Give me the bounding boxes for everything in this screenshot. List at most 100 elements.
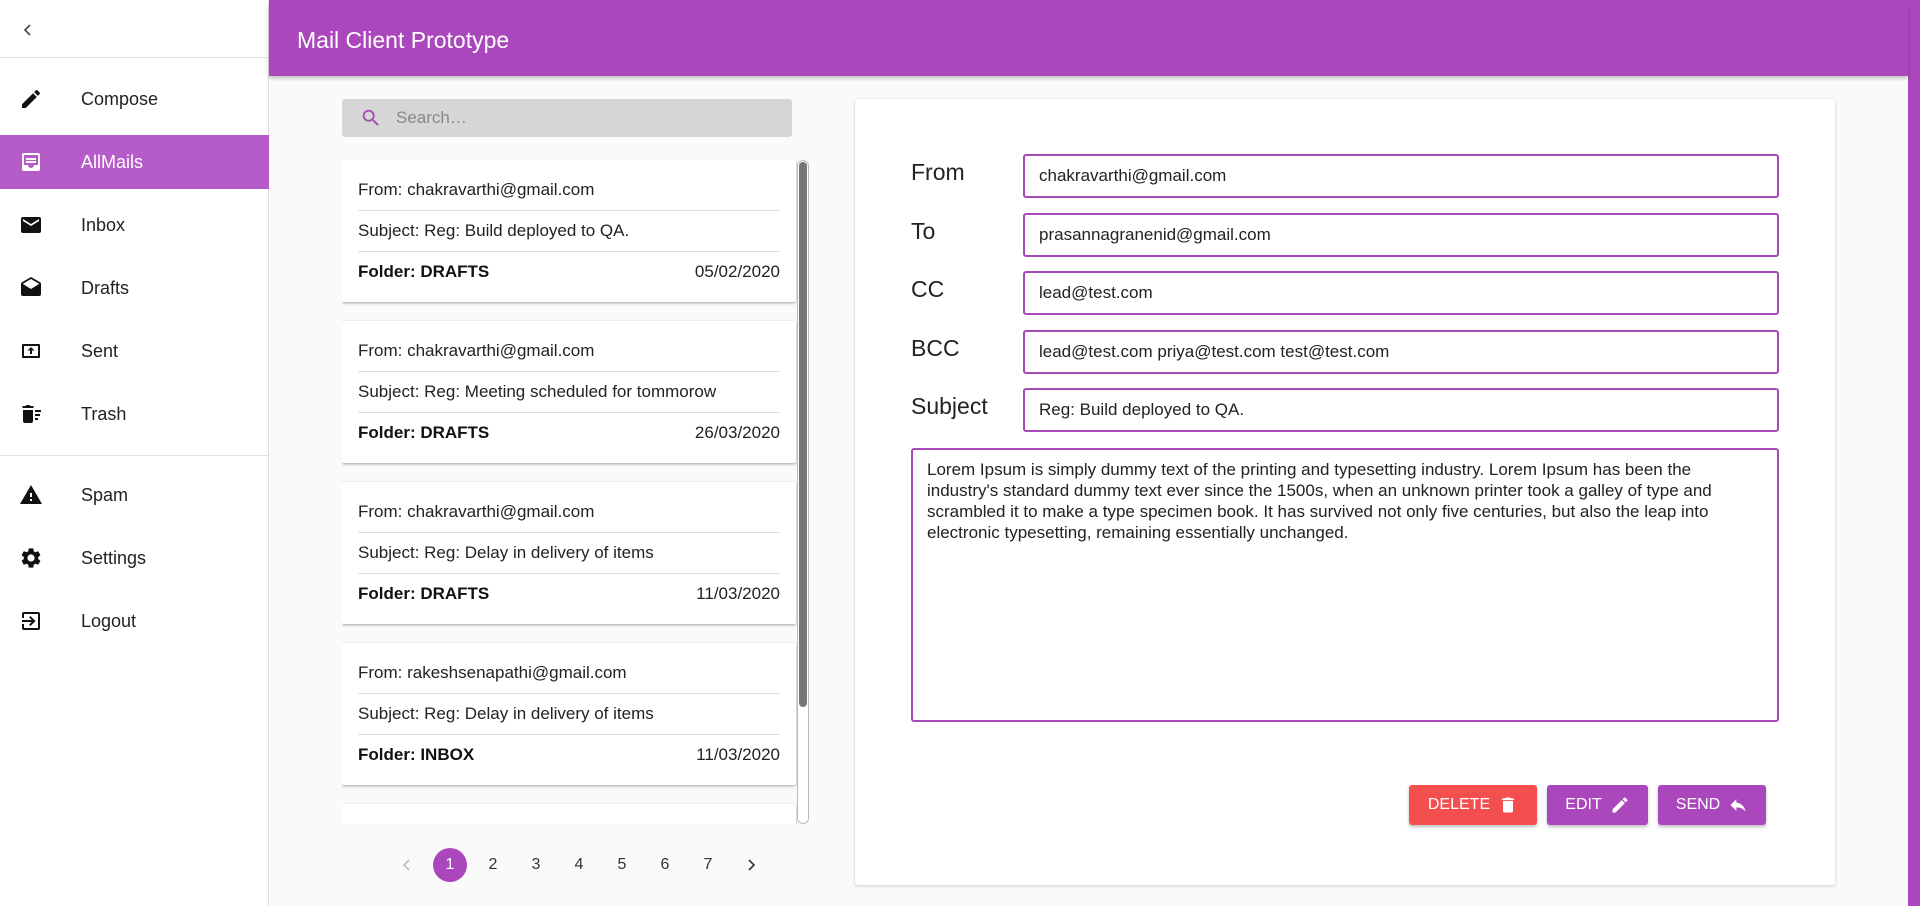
delete-button-label: DELETE <box>1427 796 1491 813</box>
pagination-prev-button[interactable] <box>390 848 424 882</box>
from-label: From <box>911 159 965 185</box>
mail-list-item[interactable] <box>342 804 796 824</box>
mail-body-textarea[interactable]: Lorem Ipsum is simply dummy text of the … <box>911 448 1779 722</box>
warning-icon <box>20 485 42 504</box>
sidebar-item-trash[interactable]: Trash <box>0 387 269 441</box>
mail-subject: Subject: Reg: Meeting scheduled for tomm… <box>358 382 717 401</box>
sidebar-primary-list: Compose AllMails Inbox Drafts Sent Trash <box>0 72 269 450</box>
gear-icon <box>21 548 41 568</box>
from-row: From <box>911 154 1781 198</box>
mail-date: 11/03/2020 <box>696 584 780 603</box>
subject-field[interactable] <box>1023 388 1779 432</box>
mail-detail-panel: From To CC BCC Subject Lorem Ipsum is si… <box>855 99 1835 885</box>
to-field[interactable] <box>1023 213 1779 257</box>
divider <box>358 412 780 413</box>
cc-field[interactable] <box>1023 271 1779 315</box>
sidebar-item-settings[interactable]: Settings <box>0 531 269 585</box>
inbox-tray-icon <box>22 153 40 171</box>
mail-list-item[interactable]: From: chakravarthi@gmail.com Subject: Re… <box>342 160 796 302</box>
sidebar-item-label: Logout <box>81 610 137 631</box>
trash-icon <box>1502 797 1514 813</box>
sidebar-divider <box>0 57 269 58</box>
mail-list: From: chakravarthi@gmail.com Subject: Re… <box>342 160 797 824</box>
delete-button[interactable]: DELETE <box>1409 785 1537 825</box>
subject-row: Subject <box>911 388 1781 432</box>
mail-list-item[interactable]: From: chakravarthi@gmail.com Subject: Re… <box>342 482 796 624</box>
cc-row: CC <box>911 271 1781 315</box>
sidebar-item-label: Sent <box>81 340 119 361</box>
pencil-icon <box>22 89 41 108</box>
divider <box>358 210 780 211</box>
sidebar-item-allmails[interactable]: AllMails <box>0 135 269 189</box>
right-accent-strip <box>1908 0 1920 906</box>
sidebar-item-spam[interactable]: Spam <box>0 468 269 522</box>
bcc-label: BCC <box>911 335 960 361</box>
mail-date: 26/03/2020 <box>694 423 780 442</box>
chevron-left-icon <box>23 24 31 36</box>
sidebar-secondary-list: Spam Settings Logout <box>0 468 269 657</box>
mail-list-item[interactable]: From: chakravarthi@gmail.com Subject: Re… <box>342 321 796 463</box>
search-input[interactable] <box>396 99 776 137</box>
pagination: 1 2 3 4 5 6 7 <box>390 848 777 882</box>
sidebar-item-compose[interactable]: Compose <box>0 72 269 126</box>
sidebar-item-label: Compose <box>81 88 159 109</box>
sidebar-item-label: Trash <box>81 403 127 424</box>
pagination-page-5[interactable]: 5 <box>605 848 639 882</box>
divider <box>358 251 780 252</box>
mail-list-scrollbar[interactable] <box>797 160 809 824</box>
divider <box>358 693 780 694</box>
divider <box>358 573 780 574</box>
pagination-page-7[interactable]: 7 <box>691 848 725 882</box>
sidebar-item-drafts[interactable]: Drafts <box>0 261 269 315</box>
to-label: To <box>911 218 936 244</box>
pagination-page-1[interactable]: 1 <box>433 848 467 882</box>
from-field[interactable] <box>1023 154 1779 198</box>
mail-folder: Folder: INBOX <box>358 745 475 764</box>
mail-subject: Subject: Reg: Build deployed to QA. <box>358 221 630 240</box>
sidebar: Compose AllMails Inbox Drafts Sent Trash… <box>0 0 269 906</box>
chevron-right-icon <box>748 859 756 871</box>
pagination-page-6[interactable]: 6 <box>648 848 682 882</box>
envelope-icon <box>21 217 41 233</box>
pagination-next-button[interactable] <box>734 848 768 882</box>
send-button[interactable]: SEND <box>1658 785 1766 825</box>
sidebar-collapse-button[interactable] <box>16 18 40 42</box>
cc-label: CC <box>911 276 945 302</box>
sidebar-item-sent[interactable]: Sent <box>0 324 269 378</box>
edit-button[interactable]: EDIT <box>1547 785 1648 825</box>
reply-icon <box>1730 799 1746 812</box>
sidebar-item-label: Drafts <box>81 277 130 298</box>
mail-list-item[interactable]: From: rakeshsenapathi@gmail.com Subject:… <box>342 643 796 785</box>
trash-icon <box>22 405 41 423</box>
mail-folder: Folder: DRAFTS <box>358 262 490 281</box>
sidebar-divider <box>0 455 269 456</box>
mail-date: 11/03/2020 <box>696 745 780 764</box>
sidebar-item-label: Settings <box>81 547 147 568</box>
mail-from: From: chakravarthi@gmail.com <box>358 502 595 521</box>
pagination-page-4[interactable]: 4 <box>562 848 596 882</box>
sidebar-item-logout[interactable]: Logout <box>0 594 269 648</box>
sidebar-item-label: AllMails <box>81 151 144 172</box>
logout-icon <box>22 612 40 630</box>
mail-from: From: chakravarthi@gmail.com <box>358 180 595 199</box>
bcc-row: BCC <box>911 330 1781 374</box>
pagination-page-3[interactable]: 3 <box>519 848 553 882</box>
chevron-left-icon <box>402 859 410 871</box>
scrollbar-thumb[interactable] <box>799 162 807 707</box>
mail-folder: Folder: DRAFTS <box>358 423 490 442</box>
send-button-label: SEND <box>1675 796 1721 813</box>
pagination-page-2[interactable]: 2 <box>476 848 510 882</box>
search-box <box>342 99 792 137</box>
sidebar-item-inbox[interactable]: Inbox <box>0 198 269 252</box>
mail-date: 05/02/2020 <box>694 262 780 281</box>
bcc-field[interactable] <box>1023 330 1779 374</box>
search-icon <box>362 109 379 126</box>
divider <box>358 532 780 533</box>
subject-label: Subject <box>911 393 988 419</box>
mail-from: From: rakeshsenapathi@gmail.com <box>358 663 627 682</box>
sidebar-item-label: Spam <box>81 484 129 505</box>
to-row: To <box>911 213 1781 257</box>
sidebar-item-label: Inbox <box>81 214 126 235</box>
mail-subject: Subject: Reg: Delay in delivery of items <box>358 543 654 562</box>
outbox-icon <box>22 344 40 358</box>
